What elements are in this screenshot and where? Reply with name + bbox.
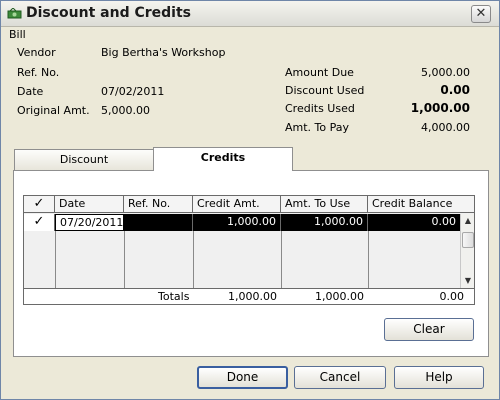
grid-scrollbar[interactable]: ▲ ▼ xyxy=(460,214,474,288)
help-button[interactable]: Help xyxy=(394,366,484,389)
done-button[interactable]: Done xyxy=(197,366,288,389)
window-title: Discount and Credits xyxy=(26,5,191,21)
tab-discount-label: Discount xyxy=(59,153,109,166)
amt-to-use-column-header[interactable]: Amt. To Use xyxy=(281,196,368,213)
credits-grid: ✓ Date Ref. No. Credit Amt. Amt. To Use … xyxy=(23,195,475,305)
money-icon xyxy=(7,8,22,19)
row-ref[interactable] xyxy=(124,214,193,231)
amt-to-pay-label: Amt. To Pay xyxy=(285,121,350,134)
row-check[interactable]: ✓ xyxy=(24,214,55,231)
tab-credits-label: Credits xyxy=(200,151,246,164)
row-credit-balance[interactable]: 0.00 xyxy=(368,214,460,231)
refno-label: Ref. No. xyxy=(17,66,60,79)
bill-info: Bill Vendor Big Bertha's Workshop Ref. N… xyxy=(1,27,499,145)
row-credit-amt[interactable]: 1,000.00 xyxy=(193,214,281,231)
totals-credit-amt: 1,000.00 xyxy=(228,290,277,303)
bill-section-label: Bill xyxy=(9,28,26,41)
scroll-down-icon[interactable]: ▼ xyxy=(462,275,474,287)
date-value: 07/02/2011 xyxy=(101,85,165,98)
scroll-thumb[interactable] xyxy=(462,232,474,248)
totals-label: Totals xyxy=(158,290,190,303)
close-button[interactable]: ✕ xyxy=(471,5,491,23)
vendor-label: Vendor xyxy=(17,46,56,59)
discount-used-value: 0.00 xyxy=(440,83,470,97)
credits-used-value: 1,000.00 xyxy=(410,101,470,115)
amt-to-pay-value: 4,000.00 xyxy=(421,121,470,134)
title-bar[interactable]: Discount and Credits ✕ xyxy=(1,1,499,27)
credit-amt-column-header[interactable]: Credit Amt. xyxy=(193,196,281,213)
close-icon: ✕ xyxy=(475,6,487,21)
discount-used-label: Discount Used xyxy=(285,84,365,97)
vendor-value: Big Bertha's Workshop xyxy=(101,46,226,59)
totals-amt-to-use: 1,000.00 xyxy=(315,290,364,303)
date-column-header[interactable]: Date xyxy=(55,196,124,213)
credits-used-label: Credits Used xyxy=(285,102,355,115)
refno-column-header[interactable]: Ref. No. xyxy=(124,196,193,213)
check-column-header[interactable]: ✓ xyxy=(24,196,55,213)
row-date[interactable]: 07/20/2011 xyxy=(55,214,124,231)
original-amt-value: 5,000.00 xyxy=(101,104,150,117)
credits-tab-panel: ✓ Date Ref. No. Credit Amt. Amt. To Use … xyxy=(13,170,489,357)
date-label: Date xyxy=(17,85,44,98)
row-amt-to-use[interactable]: 1,000.00 xyxy=(281,214,368,231)
table-row[interactable]: ✓ 07/20/2011 1,000.00 1,000.00 0.00 xyxy=(24,214,460,231)
grid-header: ✓ Date Ref. No. Credit Amt. Amt. To Use … xyxy=(24,196,474,213)
tab-credits[interactable]: Credits xyxy=(153,147,293,171)
original-amt-label: Original Amt. xyxy=(17,104,90,117)
clear-button[interactable]: Clear xyxy=(384,318,474,341)
credit-balance-column-header[interactable]: Credit Balance xyxy=(368,196,474,213)
totals-row: Totals 1,000.00 1,000.00 0.00 xyxy=(24,288,474,304)
tab-discount[interactable]: Discount xyxy=(14,149,154,171)
amount-due-label: Amount Due xyxy=(285,66,354,79)
totals-credit-balance: 0.00 xyxy=(439,290,465,303)
amount-due-value: 5,000.00 xyxy=(421,66,470,79)
scroll-up-icon[interactable]: ▲ xyxy=(462,215,474,227)
discount-credits-dialog: Discount and Credits ✕ Bill Vendor Big B… xyxy=(0,0,500,400)
cancel-button[interactable]: Cancel xyxy=(294,366,386,389)
